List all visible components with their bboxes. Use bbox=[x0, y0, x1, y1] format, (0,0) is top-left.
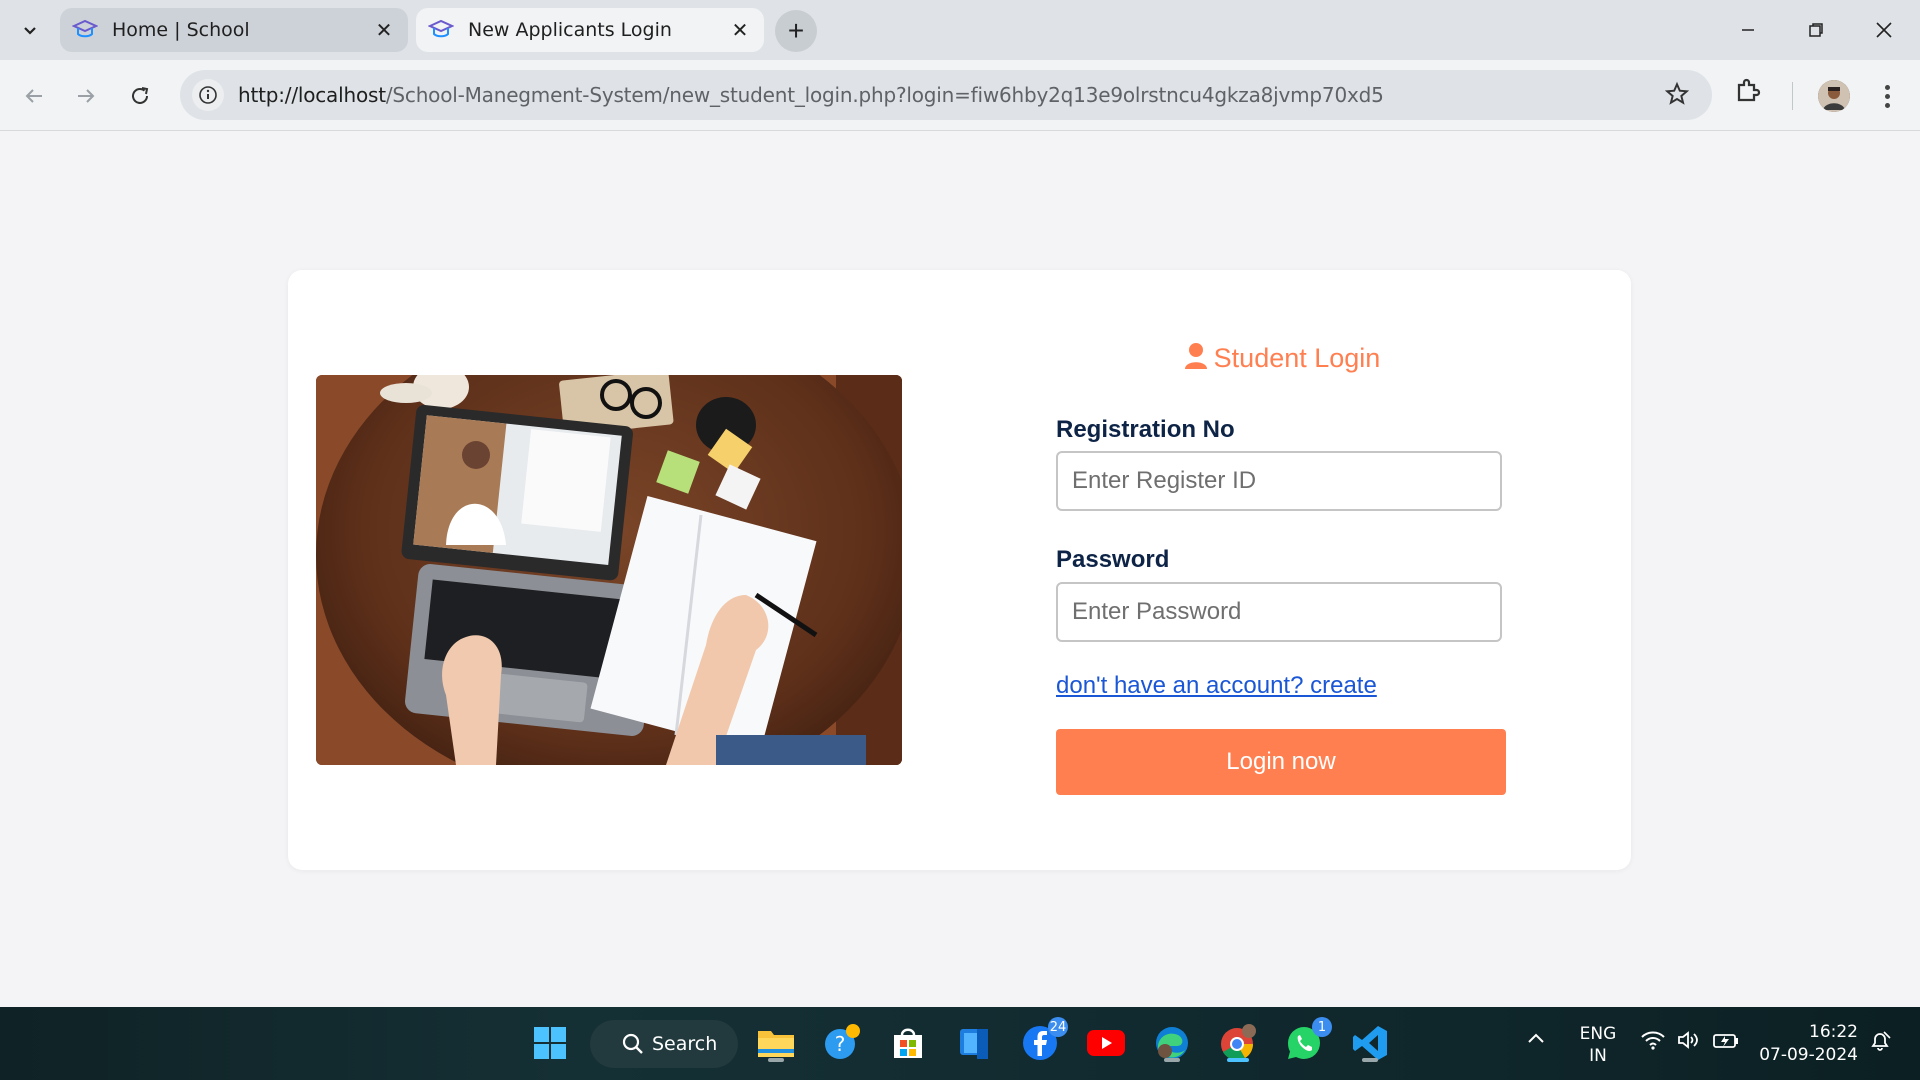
registration-label: Registration No bbox=[1056, 416, 1235, 443]
arrow-left-icon bbox=[25, 89, 42, 103]
bookmark-star-icon[interactable] bbox=[1664, 81, 1690, 107]
url-path: /School-Manegment-System/new_student_log… bbox=[385, 83, 1384, 107]
toolbar-separator bbox=[1792, 82, 1793, 110]
login-card: Student Login Registration No Password d… bbox=[288, 270, 1631, 870]
vscode-button[interactable] bbox=[1348, 1021, 1392, 1065]
reload-icon bbox=[132, 87, 149, 104]
facebook-button[interactable]: 24 bbox=[1018, 1017, 1068, 1065]
chrome-browser-button[interactable] bbox=[1216, 1021, 1260, 1065]
graduation-cap-icon bbox=[72, 19, 98, 38]
clock-time: 16:22 bbox=[1809, 1022, 1858, 1042]
svg-text:?: ? bbox=[835, 1032, 846, 1056]
taskbar: Search ? 24 1 ENG IN 16:22 07-09-2024 bbox=[0, 1007, 1920, 1080]
reload-button[interactable] bbox=[120, 76, 160, 116]
clock-date: 07-09-2024 bbox=[1759, 1045, 1858, 1065]
volume-status[interactable] bbox=[1676, 1029, 1702, 1055]
close-icon bbox=[1876, 22, 1892, 38]
clock[interactable]: 16:22 07-09-2024 bbox=[1752, 1021, 1858, 1067]
tab-search-button[interactable] bbox=[12, 14, 48, 46]
edge-icon bbox=[1156, 1027, 1188, 1059]
youtube-icon bbox=[1087, 1030, 1125, 1056]
minimize-icon bbox=[1742, 29, 1754, 31]
vscode-icon bbox=[1353, 1026, 1387, 1060]
search-label: Search bbox=[652, 1033, 718, 1055]
password-input[interactable] bbox=[1056, 582, 1502, 642]
create-account-link[interactable]: don't have an account? create bbox=[1056, 672, 1377, 700]
profile-avatar[interactable] bbox=[1818, 80, 1850, 112]
windows-logo-icon bbox=[534, 1027, 566, 1059]
battery-status[interactable] bbox=[1712, 1029, 1740, 1055]
tab-home-school[interactable]: Home | School ✕ bbox=[60, 8, 408, 52]
login-form: Student Login Registration No Password d… bbox=[1056, 270, 1508, 870]
file-explorer-button[interactable] bbox=[754, 1021, 798, 1065]
address-bar[interactable]: http://localhost/School-Manegment-System… bbox=[180, 70, 1712, 120]
browser-toolbar: http://localhost/School-Manegment-System… bbox=[0, 60, 1920, 131]
notification-bell-icon bbox=[1871, 1031, 1891, 1051]
notebook-icon bbox=[960, 1029, 988, 1059]
facebook-badge: 24 bbox=[1048, 1017, 1068, 1037]
tab-strip: Home | School ✕ New Applicants Login ✕ + bbox=[0, 0, 1920, 60]
store-icon bbox=[894, 1028, 922, 1058]
language-indicator[interactable]: ENG IN bbox=[1578, 1023, 1618, 1067]
browser-menu-button[interactable] bbox=[1872, 80, 1902, 112]
login-button[interactable]: Login now bbox=[1056, 729, 1506, 795]
arrow-right-icon bbox=[78, 89, 95, 103]
whatsapp-badge: 1 bbox=[1312, 1017, 1332, 1037]
close-window-button[interactable] bbox=[1860, 10, 1908, 50]
tab-title: New Applicants Login bbox=[468, 19, 672, 41]
chevron-down-icon bbox=[24, 27, 36, 35]
folder-icon bbox=[758, 1031, 794, 1057]
language-code: ENG bbox=[1579, 1024, 1617, 1044]
minimize-button[interactable] bbox=[1724, 10, 1772, 50]
start-button[interactable] bbox=[528, 1021, 572, 1065]
form-heading: Student Login bbox=[1056, 342, 1508, 374]
page-body: Student Login Registration No Password d… bbox=[0, 131, 1920, 1007]
wifi-icon bbox=[1641, 1031, 1665, 1050]
back-button[interactable] bbox=[14, 76, 54, 116]
url-text: http://localhost/School-Manegment-System… bbox=[238, 83, 1384, 107]
chevron-up-icon bbox=[1528, 1033, 1544, 1043]
tab-title: Home | School bbox=[112, 19, 250, 41]
battery-charging-icon bbox=[1713, 1034, 1738, 1048]
restore-button[interactable] bbox=[1792, 10, 1840, 50]
whatsapp-button[interactable]: 1 bbox=[1282, 1017, 1332, 1065]
site-info-icon[interactable] bbox=[192, 79, 224, 111]
youtube-button[interactable] bbox=[1084, 1021, 1128, 1065]
close-icon[interactable]: ✕ bbox=[726, 16, 754, 44]
chrome-icon bbox=[1221, 1024, 1256, 1061]
online-class-illustration bbox=[316, 375, 902, 765]
extensions-puzzle-icon[interactable] bbox=[1734, 75, 1764, 105]
password-label: Password bbox=[1056, 546, 1170, 573]
registration-input[interactable] bbox=[1056, 451, 1502, 511]
form-title: Student Login bbox=[1213, 343, 1381, 373]
speaker-icon bbox=[1678, 1031, 1698, 1049]
show-hidden-icons-button[interactable] bbox=[1526, 1029, 1546, 1053]
taskbar-search[interactable]: Search bbox=[590, 1020, 738, 1068]
notifications-button[interactable] bbox=[1868, 1029, 1892, 1057]
graduation-cap-icon bbox=[428, 19, 454, 38]
restore-icon bbox=[1809, 23, 1823, 37]
microsoft-store-button[interactable] bbox=[886, 1021, 930, 1065]
url-host: http://localhost bbox=[238, 83, 386, 107]
region-code: IN bbox=[1589, 1046, 1607, 1066]
search-icon bbox=[622, 1033, 643, 1054]
edge-browser-button[interactable] bbox=[1150, 1021, 1194, 1065]
help-icon: ? bbox=[825, 1024, 860, 1059]
user-icon bbox=[1184, 343, 1207, 369]
network-status[interactable] bbox=[1640, 1029, 1666, 1055]
notes-app-button[interactable] bbox=[952, 1021, 996, 1065]
get-help-button[interactable]: ? bbox=[820, 1021, 864, 1065]
plus-icon: + bbox=[787, 15, 805, 46]
tab-new-applicants-login[interactable]: New Applicants Login ✕ bbox=[416, 8, 764, 52]
forward-button[interactable] bbox=[66, 76, 106, 116]
close-icon[interactable]: ✕ bbox=[370, 16, 398, 44]
new-tab-button[interactable]: + bbox=[775, 10, 817, 52]
